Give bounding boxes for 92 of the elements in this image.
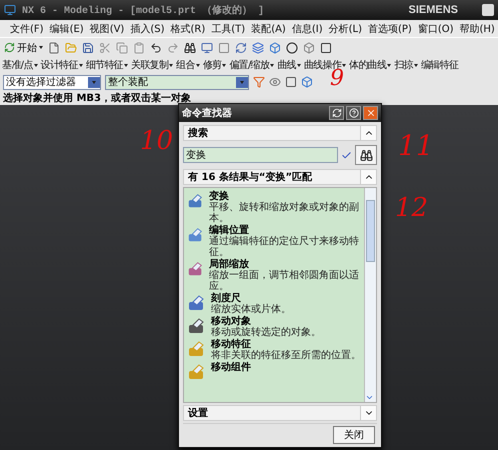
toolbar-menu[interactable]: 组合 xyxy=(176,58,200,72)
section-title: 搜索 xyxy=(188,126,208,140)
new-file-icon[interactable] xyxy=(48,42,60,54)
toolbar-menu[interactable]: 曲线 xyxy=(277,58,301,72)
result-name[interactable]: 局部缩放 xyxy=(208,259,361,270)
handwritten-number: 9 xyxy=(330,68,344,90)
copy-icon[interactable] xyxy=(116,42,128,54)
toolbar-menu[interactable]: 关联复制 xyxy=(130,58,174,72)
box-icon[interactable] xyxy=(303,42,315,54)
filter-dropdown[interactable]: 整个装配 xyxy=(105,74,249,90)
section-header[interactable]: 搜索 xyxy=(183,125,377,141)
section-header[interactable]: 设置 xyxy=(183,405,377,421)
result-description: 平移、旋转和缩放对象或对象的副本。 xyxy=(208,202,360,224)
handwritten-number: 11 xyxy=(398,132,434,160)
status-text: 选择对象并使用 MB3，或者双击某一对象 xyxy=(0,91,498,105)
search-field[interactable]: 变换 xyxy=(183,147,338,163)
cube-icon[interactable] xyxy=(269,42,281,54)
selection-box-icon[interactable] xyxy=(285,76,297,88)
refresh-icon xyxy=(4,42,15,53)
minimize-button[interactable] xyxy=(482,4,494,16)
binoculars-icon[interactable] xyxy=(184,42,196,54)
undo-icon[interactable] xyxy=(150,42,162,54)
toolbar-menu[interactable]: 偏置/缩放 xyxy=(229,58,274,72)
close-icon xyxy=(366,108,376,118)
layers-icon[interactable] xyxy=(252,42,264,54)
handwritten-number: 10 xyxy=(140,128,174,154)
menu-item[interactable]: 视图(V) xyxy=(90,22,124,36)
toolbar-menu[interactable]: 设计特征 xyxy=(40,58,83,72)
collapse-button[interactable] xyxy=(360,126,376,140)
result-description: 将非关联的特征移至所需的位置。 xyxy=(211,350,361,361)
collapse-button[interactable] xyxy=(360,170,376,184)
menu-item[interactable]: 插入(S) xyxy=(130,22,164,36)
section-title: 有 16 条结果与“变换”匹配 xyxy=(188,170,312,184)
menu-item[interactable]: 编辑(E) xyxy=(50,22,84,36)
menu-item[interactable]: 分析(L) xyxy=(328,22,362,36)
clipboard-icon[interactable] xyxy=(133,42,145,54)
app-icon xyxy=(4,4,16,16)
menu-item[interactable]: 文件(F) xyxy=(10,22,44,36)
section-header[interactable]: 有 16 条结果与“变换”匹配 xyxy=(183,169,377,185)
result-name[interactable]: 编辑位置 xyxy=(208,225,361,236)
close-dialog-button[interactable]: 关闭 xyxy=(333,426,375,444)
toolbar-menu[interactable]: 细节特征 xyxy=(86,58,128,72)
result-name[interactable]: 移动组件 xyxy=(211,362,251,373)
toolbar-menu[interactable]: 编辑特征 xyxy=(420,58,458,72)
scrollbar[interactable] xyxy=(364,188,376,402)
monitor-icon[interactable] xyxy=(201,42,213,54)
menu-item[interactable]: 格式(R) xyxy=(170,22,206,36)
toolbar-menu[interactable]: 修剪 xyxy=(202,58,226,72)
reset-icon xyxy=(332,108,342,118)
menu-item[interactable]: 窗口(O) xyxy=(418,22,454,36)
menu-item[interactable]: 装配(A) xyxy=(251,22,286,36)
redo-icon[interactable] xyxy=(167,42,179,54)
dialog-title: 命令查找器 xyxy=(182,106,233,120)
help-button[interactable] xyxy=(346,106,361,120)
menu-item[interactable]: 信息(I) xyxy=(292,22,323,36)
filter-dropdown[interactable]: 没有选择过滤器 xyxy=(3,74,101,90)
expand-button[interactable] xyxy=(360,406,376,420)
scroll-down-icon[interactable] xyxy=(365,393,374,402)
result-name[interactable]: 刻度尺 xyxy=(211,293,291,304)
reset-button[interactable] xyxy=(329,106,344,120)
result-name[interactable]: 移动特征 xyxy=(211,339,361,350)
circle-icon[interactable] xyxy=(286,42,298,54)
result-description: 缩放实体或片体。 xyxy=(211,304,291,315)
check-icon[interactable] xyxy=(341,150,352,160)
scroll-thumb[interactable] xyxy=(366,200,375,262)
menu-item[interactable]: 工具(T) xyxy=(211,22,246,36)
cube-icon[interactable] xyxy=(301,76,313,88)
result-name[interactable]: 变换 xyxy=(208,191,361,202)
brand-name: SIEMENS xyxy=(408,4,458,16)
eye-icon[interactable] xyxy=(269,76,281,88)
menu-item[interactable]: 帮助(H) xyxy=(460,22,495,36)
filter-icon[interactable] xyxy=(253,76,265,88)
start-button[interactable]: 开始 xyxy=(4,40,43,54)
save-icon[interactable] xyxy=(82,42,94,54)
binoculars-icon xyxy=(360,148,372,162)
scissors-icon[interactable] xyxy=(99,42,111,54)
section-title: 设置 xyxy=(188,406,208,420)
result-description: 通过编辑特征的定位尺寸来移动特征。 xyxy=(208,236,360,258)
result-description: 缩放一组面，调节相邻圆角面以适应。 xyxy=(208,270,360,292)
refresh-icon[interactable] xyxy=(235,42,247,54)
handwritten-number: 12 xyxy=(395,195,428,221)
square-icon[interactable] xyxy=(320,42,332,54)
close-button[interactable] xyxy=(363,106,378,120)
toolbar-menu[interactable]: 扫掠 xyxy=(394,58,418,72)
search-button[interactable] xyxy=(355,145,377,165)
toolbar-menu[interactable]: 体的曲线 xyxy=(349,58,392,72)
result-name[interactable]: 移动对象 xyxy=(211,316,321,327)
result-description: 移动或旋转选定的对象。 xyxy=(211,327,321,338)
menu-item[interactable]: 首选项(P) xyxy=(368,22,412,36)
window-title: NX 6 - Modeling - [model5.prt （修改的） ] xyxy=(22,4,266,17)
help-icon xyxy=(348,108,358,118)
toolbar-menu[interactable]: 基准/点 xyxy=(2,58,38,72)
